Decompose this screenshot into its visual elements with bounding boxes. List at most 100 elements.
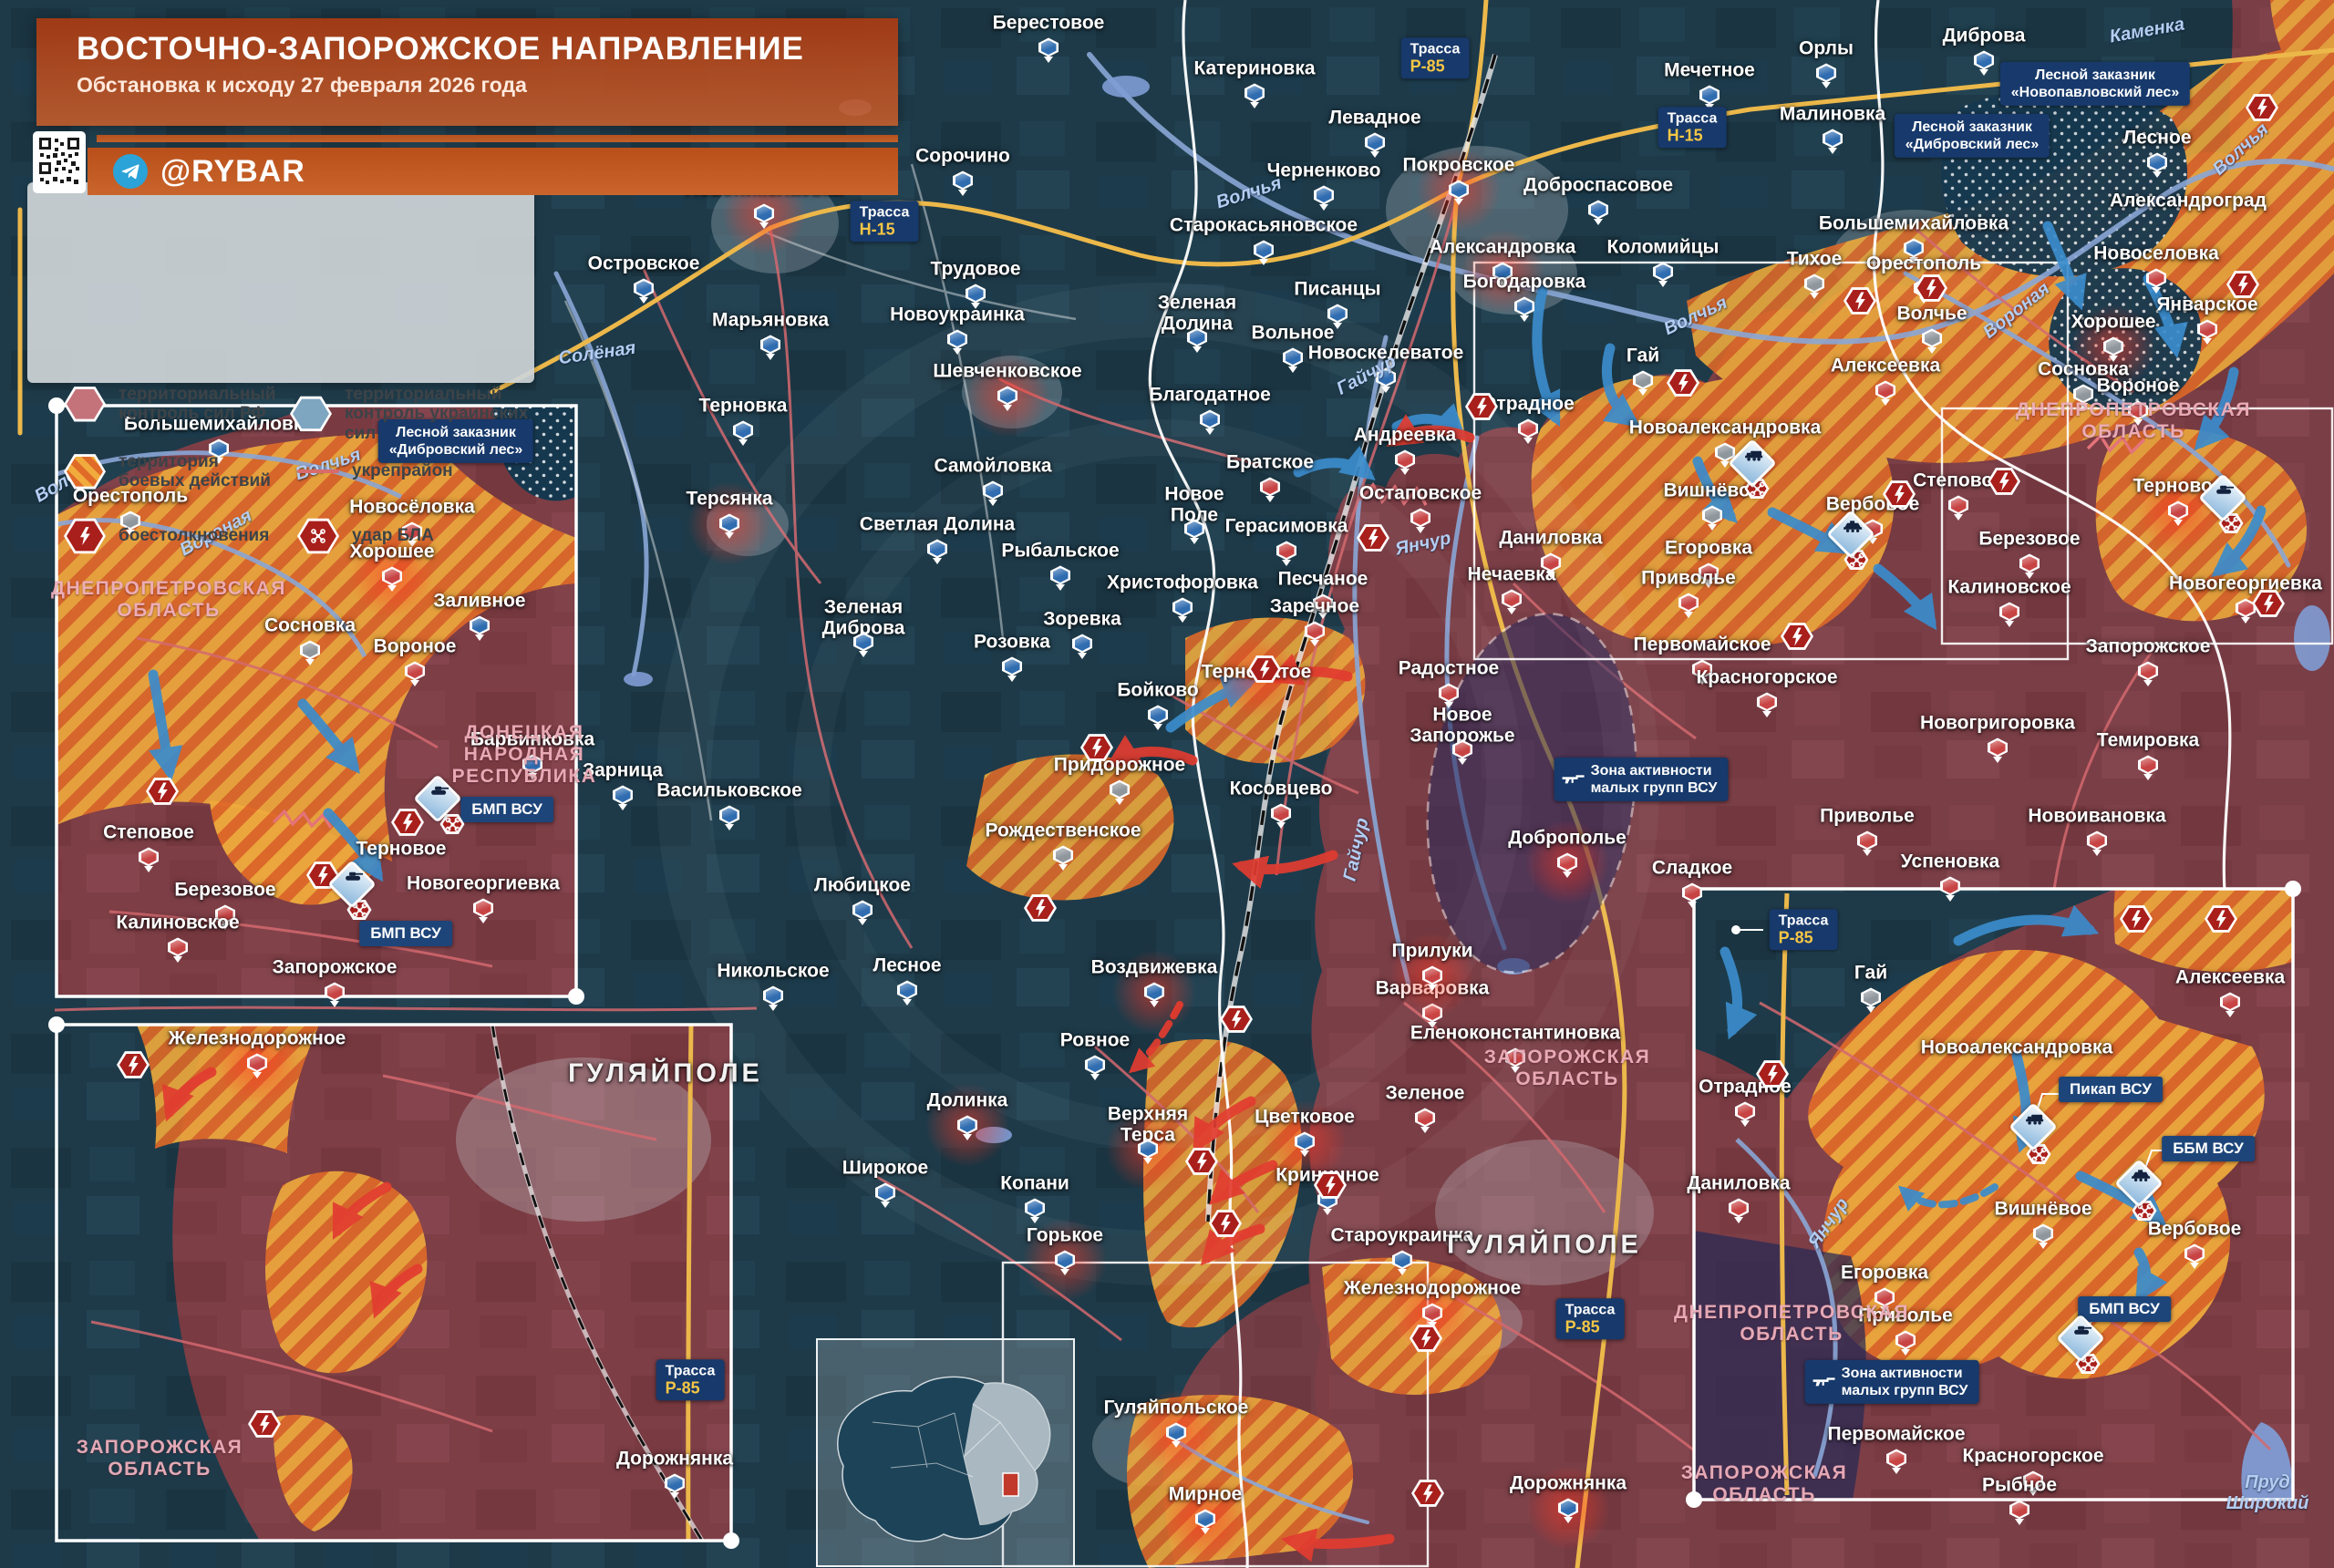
- town-marker-pointer: [1520, 315, 1529, 326]
- town-marker-rf: [168, 938, 188, 957]
- clash-icon: [2120, 905, 2153, 934]
- town-marker-pointer: [1762, 711, 1771, 722]
- town-label: Терсянка: [686, 490, 772, 511]
- town-label: Даниловка: [1499, 529, 1602, 550]
- town-marker-pointer: [1993, 757, 2002, 768]
- town-marker-ua: [927, 540, 947, 559]
- town-label: Новоалександровка: [1921, 1038, 2113, 1059]
- town-marker-pointer: [738, 439, 748, 450]
- town-label: Первомайское: [1633, 635, 1771, 656]
- qr-code: [33, 131, 86, 193]
- legend-item-label: территория боевых действий: [119, 452, 271, 491]
- river-label: Янчур: [1804, 1194, 1854, 1253]
- town-label: Тихое: [1787, 250, 1843, 271]
- region-label: ДНЕПРОПЕТРОВСКАЯ ОБЛАСТЬ: [1674, 1302, 1909, 1346]
- map-legend: территориальный контроль сил РФтерритори…: [27, 182, 534, 383]
- town-marker-rf: [1518, 419, 1538, 438]
- town-marker-pointer: [1060, 1269, 1069, 1280]
- town-marker-pointer: [1205, 428, 1214, 439]
- town-marker-rf: [1875, 381, 1895, 400]
- town-marker-ua: [719, 806, 739, 825]
- town-marker-rf: [1757, 693, 1777, 712]
- town-marker-pointer: [1810, 293, 1819, 304]
- town-marker-pointer: [1523, 438, 1533, 449]
- town-label: Вишнёвое: [1994, 1200, 2091, 1221]
- town-label: Берестовое: [993, 14, 1105, 35]
- legend-item: удар БЛА: [297, 518, 434, 554]
- town-label: Герасимовка: [1225, 517, 1348, 538]
- town-marker-pointer: [2203, 338, 2212, 349]
- town-label: Прилуки: [1392, 942, 1473, 963]
- town-marker-pointer: [1563, 872, 1572, 882]
- town-marker-contested: [1861, 988, 1881, 1007]
- town-marker-pointer: [173, 956, 182, 967]
- town-label: Левадное: [1328, 108, 1420, 129]
- town-marker-pointer: [1979, 69, 1988, 80]
- title-panel: ВОСТОЧНО-ЗАПОРОЖСКОЕ НАПРАВЛЕНИЕ Обстано…: [36, 18, 898, 126]
- town-marker-pointer: [1594, 219, 1603, 230]
- apc-vehicle-icon: [2114, 1159, 2164, 1208]
- town-marker-contested: [2033, 1224, 2053, 1243]
- town-label: Рождественское: [985, 821, 1141, 842]
- town-marker-pointer: [1863, 850, 1872, 861]
- town-marker-pointer: [1153, 724, 1162, 735]
- town-label: Даниловка: [1687, 1174, 1790, 1195]
- town-label: Терновое: [356, 840, 447, 861]
- town-label: Вербовое: [2148, 1220, 2242, 1241]
- town-marker-rf: [2236, 599, 2256, 618]
- town-marker-pointer: [1190, 538, 1199, 549]
- river-label: Волчья: [1661, 293, 1731, 340]
- unit-sign: БМП ВСУ: [460, 797, 553, 822]
- town-label: Трудовое: [930, 260, 1020, 281]
- town-label: Новоукраинка: [890, 305, 1025, 326]
- ua-control-icon: [290, 396, 332, 432]
- road-sign-code: Р-85: [1565, 1318, 1616, 1336]
- town-marker-pointer: [1546, 572, 1555, 583]
- town-marker-ua: [763, 986, 783, 1006]
- town-marker-pointer: [1201, 1528, 1210, 1539]
- town-marker-pointer: [1090, 1074, 1100, 1085]
- town-marker-pointer: [1193, 346, 1202, 357]
- town-label: Орестополь: [1866, 254, 1981, 275]
- clash-icon: [248, 1410, 281, 1439]
- river-label: Янчур: [1393, 528, 1452, 560]
- road-sign-code: Р-85: [1779, 929, 1829, 947]
- legend-item: территория боевых действий: [64, 452, 271, 491]
- town-marker-pointer: [725, 824, 734, 835]
- town-label: Остаповское: [1359, 484, 1482, 505]
- town-marker-ua: [1200, 410, 1220, 429]
- town-marker-rf: [1260, 478, 1280, 497]
- town-marker-rf: [1948, 496, 1968, 515]
- town-marker-ua: [1588, 201, 1608, 220]
- town-marker-pointer: [639, 297, 648, 308]
- town-marker-ua: [1392, 1251, 1412, 1270]
- town-marker-contested: [1702, 506, 1722, 525]
- rifle-icon: [1562, 774, 1585, 786]
- town-label: Калиновское: [116, 913, 239, 934]
- town-marker-ua: [875, 1183, 895, 1202]
- town-label: Островское: [588, 254, 700, 275]
- town-marker-ua: [1148, 706, 1168, 725]
- town-marker-pointer: [725, 532, 734, 543]
- town-label: Гуляйпольское: [1104, 1398, 1249, 1419]
- town-label: Еленоконстантиновка: [1410, 1024, 1620, 1045]
- town-marker-pointer: [2153, 171, 2162, 182]
- town-marker-rf: [1415, 1109, 1435, 1128]
- town-marker-pointer: [1822, 82, 1831, 93]
- town-marker-pointer: [1507, 608, 1516, 619]
- town-label: Светлая Долина: [860, 515, 1015, 536]
- town-marker-ua: [1025, 1199, 1045, 1218]
- town-marker-pointer: [1250, 102, 1259, 113]
- town-label: Шевченковское: [933, 362, 1081, 383]
- ukraine-minimap: [816, 1338, 1075, 1567]
- town-marker-pointer: [410, 680, 419, 691]
- road-sign: ТрассаН-15: [851, 201, 919, 242]
- town-label: Доброполье: [1508, 829, 1627, 850]
- town-label: Железнодорожное: [169, 1029, 346, 1050]
- town-label: Косовцево: [1230, 779, 1333, 800]
- town-marker-pointer: [1708, 524, 1717, 535]
- town-label: Мечетное: [1664, 61, 1755, 82]
- town-marker-ua: [852, 901, 873, 920]
- town-marker-ua: [1974, 51, 1994, 70]
- town-marker-rf: [1729, 1199, 1749, 1218]
